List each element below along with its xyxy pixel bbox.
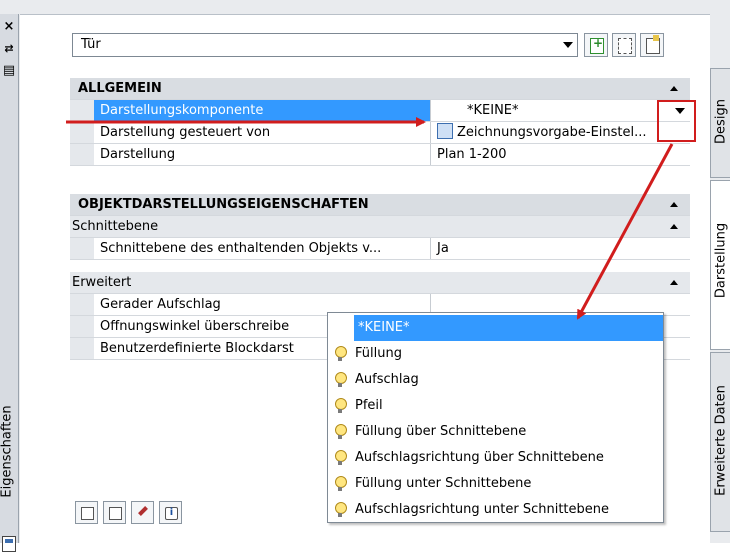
property-value[interactable]: Zeichnungsvorgabe-Einstel... [430, 122, 690, 143]
dropdown-option[interactable]: Aufschlagsrichtung unter Schnittebene [329, 497, 662, 523]
quick-select-icon [618, 38, 632, 54]
add-selection-button[interactable] [584, 33, 608, 57]
select-button[interactable] [75, 501, 98, 524]
category-label: ALLGEMEIN [78, 81, 162, 96]
dropdown-option[interactable]: Pfeil [329, 393, 662, 419]
tab-design[interactable]: Design [710, 68, 730, 178]
category-label: OBJEKTDARSTELLUNGSEIGENSCHAFTEN [78, 197, 369, 212]
property-label: Schnittebene des enthaltenden Objekts v.… [100, 241, 382, 256]
subcategory-label: Schnittebene [72, 219, 159, 234]
dropdown-option[interactable]: *KEINE* [354, 315, 663, 341]
dropdown-option[interactable]: Füllung unter Schnittebene [329, 471, 662, 497]
property-label: Darstellungskomponente [100, 103, 264, 118]
property-value[interactable]: Plan 1-200 [430, 144, 690, 165]
lightbulb-icon [334, 476, 347, 492]
info-icon: i [165, 507, 178, 520]
tab-erweiterte-daten[interactable]: Erweiterte Daten [710, 352, 730, 532]
display-component-dropdown[interactable]: *KEINE* Füllung Aufschlag Pfeil Füllung … [327, 312, 664, 523]
lightbulb-icon [334, 398, 347, 414]
subcategory-schnittebene[interactable]: Schnittebene [70, 216, 690, 238]
collapse-icon[interactable] [670, 280, 678, 285]
drawing-defaults-icon [437, 123, 453, 139]
collapse-icon[interactable] [670, 202, 678, 207]
match-properties-button[interactable] [131, 501, 154, 524]
dropdown-option[interactable]: Füllung [329, 341, 662, 367]
subcategory-erweitert[interactable]: Erweitert [70, 272, 690, 294]
palette-title: Eigenschaften [0, 405, 15, 498]
collapse-icon[interactable] [670, 86, 678, 91]
dropdown-option[interactable]: Füllung über Schnittebene [329, 419, 662, 445]
tab-darstellung[interactable]: Darstellung [710, 180, 730, 350]
add-selection-icon [590, 36, 604, 54]
property-label: Darstellung [100, 147, 176, 162]
info-button[interactable]: i [159, 501, 182, 524]
property-value: *KEINE* [467, 103, 519, 118]
property-label: Darstellung gesteuert von [100, 125, 271, 140]
object-type-value: Tür [81, 37, 101, 52]
property-row-schnittebene-objekt[interactable]: Schnittebene des enthaltenden Objekts v.… [70, 238, 690, 260]
lightbulb-icon [334, 372, 347, 388]
property-label: Gerader Aufschlag [100, 297, 221, 312]
lightbulb-icon [334, 424, 347, 440]
dropdown-option[interactable]: Aufschlagsrichtung über Schnittebene [329, 445, 662, 471]
property-value[interactable]: Ja [430, 238, 690, 259]
select-objects-icon [646, 35, 660, 54]
category-objektdarstellung[interactable]: OBJEKTDARSTELLUNGSEIGENSCHAFTEN [70, 194, 690, 216]
dropdown-option[interactable]: Aufschlag [329, 367, 662, 393]
autohide-icon[interactable]: ⇄ [1, 40, 17, 56]
properties-icon[interactable]: ▤ [1, 62, 17, 78]
collapse-icon[interactable] [670, 224, 678, 229]
lightbulb-icon [334, 450, 347, 466]
tab-label: Design [713, 99, 729, 144]
paintbrush-icon [137, 507, 148, 518]
object-type-select[interactable]: Tür [72, 33, 578, 57]
select-objects-button[interactable] [640, 33, 664, 57]
property-row-darstellung[interactable]: Darstellung Plan 1-200 [70, 144, 690, 166]
palette-title-strip: × ⇄ ▤ Eigenschaften [0, 14, 19, 552]
tab-label: Darstellung [713, 222, 729, 299]
chevron-down-icon[interactable] [563, 42, 573, 48]
tab-label: Erweiterte Daten [713, 385, 729, 496]
lightbulb-icon [334, 346, 347, 362]
close-icon[interactable]: × [1, 18, 17, 34]
property-value-dropdown[interactable]: *KEINE* [430, 100, 690, 121]
lightbulb-icon [334, 502, 347, 518]
edit-icon [109, 507, 122, 520]
category-allgemein[interactable]: ALLGEMEIN [70, 78, 690, 100]
palette-menu-icon[interactable] [2, 536, 16, 552]
property-row-darstellungskomponente[interactable]: Darstellungskomponente *KEINE* [70, 100, 690, 122]
select-icon [81, 507, 94, 520]
properties-palette: × ⇄ ▤ Eigenschaften Tür ALLGEMEIN Darste… [0, 0, 730, 552]
annotation-highlight-box [657, 100, 696, 142]
edit-button[interactable] [103, 501, 126, 524]
property-row-darstellung-gesteuert[interactable]: Darstellung gesteuert von Zeichnungsvorg… [70, 122, 690, 144]
subcategory-label: Erweitert [72, 275, 132, 290]
quick-select-button[interactable] [612, 33, 636, 57]
